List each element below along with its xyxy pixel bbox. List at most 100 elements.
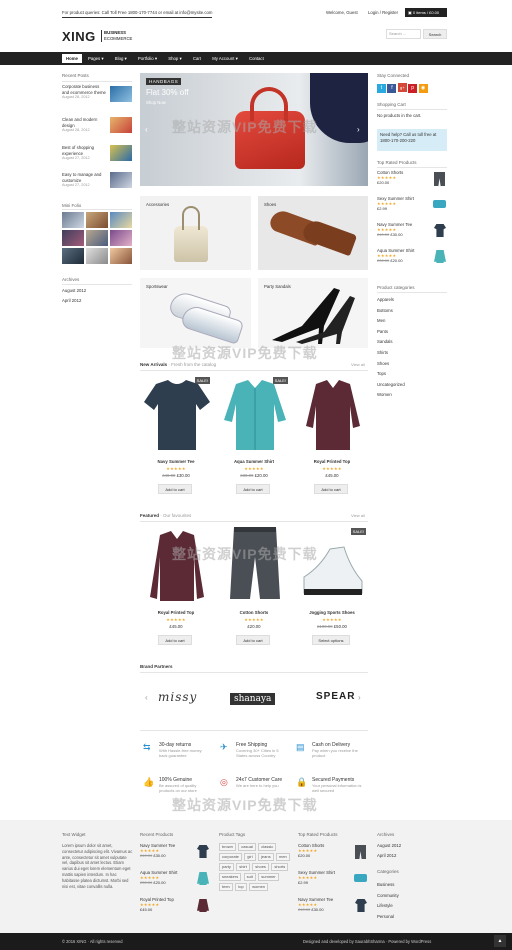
- tag-link[interactable]: party: [219, 863, 234, 871]
- facebook-icon[interactable]: f: [387, 84, 397, 93]
- folio-thumb[interactable]: [62, 230, 84, 246]
- category-tile-sportswear[interactable]: Sportswear: [140, 278, 251, 348]
- post-item[interactable]: Easy to manage and customize August 27, …: [62, 172, 134, 202]
- product-name[interactable]: Navy Summer Tee: [140, 459, 212, 464]
- footer-category-link[interactable]: Lifestyle: [377, 901, 399, 912]
- tag-link[interactable]: corporate: [219, 853, 242, 861]
- category-link[interactable]: Uncategorized: [377, 380, 405, 391]
- post-thumb[interactable]: [110, 86, 132, 102]
- tag-link[interactable]: girl: [244, 853, 256, 861]
- brands-next-icon[interactable]: ›: [358, 693, 361, 702]
- footer-product-item[interactable]: Sexy Summer Shirt ★★★★★ £2.99: [298, 870, 370, 897]
- category-link[interactable]: Bottoms: [377, 306, 405, 317]
- post-title[interactable]: Best of shopping experience: [62, 145, 106, 156]
- add-to-cart-button[interactable]: Add to cart: [314, 484, 348, 494]
- post-thumb[interactable]: [110, 117, 132, 133]
- product-name[interactable]: Aqua Summer Shirt: [218, 459, 290, 464]
- tag-link[interactable]: classic: [258, 843, 277, 851]
- tag-link[interactable]: shorts: [271, 863, 289, 871]
- post-item[interactable]: Corporate business and ecommerce theme A…: [62, 84, 134, 117]
- cart-button[interactable]: ▣ 0 items / £0.00: [405, 8, 447, 17]
- category-tile-shoes[interactable]: Shoes: [258, 196, 368, 270]
- product-card[interactable]: SALE! Aqua Summer Shirt ★★★★★ £30.00 £20…: [218, 376, 290, 496]
- nav-contact[interactable]: Contact: [249, 56, 264, 61]
- slider-cta[interactable]: Shop Now: [146, 100, 166, 105]
- product-card[interactable]: Royal Printed Top ★★★★★ £45.00 Add to ca…: [296, 376, 368, 496]
- archives-item[interactable]: April 2012: [62, 298, 81, 303]
- brand-logo[interactable]: SPEAR: [316, 691, 355, 702]
- add-to-cart-button[interactable]: Add to cart: [236, 484, 270, 494]
- add-to-cart-button[interactable]: Add to cart: [158, 635, 192, 645]
- folio-thumb[interactable]: [62, 212, 84, 228]
- post-title[interactable]: Clean and modern design: [62, 117, 106, 128]
- folio-thumb[interactable]: [86, 248, 108, 264]
- search-button[interactable]: Search: [423, 29, 447, 39]
- product-name[interactable]: Cotton Shorts: [218, 610, 290, 615]
- tag-link[interactable]: brown: [219, 843, 236, 851]
- post-title[interactable]: Corporate business and ecommerce theme: [62, 84, 106, 95]
- nav-home[interactable]: Home: [62, 54, 82, 63]
- post-thumb[interactable]: [110, 172, 132, 188]
- top-rated-item[interactable]: Cotton Shorts ★★★★★ £20.00: [377, 170, 447, 196]
- logo[interactable]: XING: [62, 29, 96, 44]
- add-to-cart-button[interactable]: Add to cart: [158, 484, 192, 494]
- post-item[interactable]: Clean and modern design August 28, 2012: [62, 117, 134, 145]
- nav-shop[interactable]: Shop ▾: [168, 56, 181, 61]
- pinterest-icon[interactable]: p: [408, 84, 418, 93]
- post-item[interactable]: Best of shopping experience August 27, 2…: [62, 145, 134, 172]
- product-name[interactable]: Royal Printed Top: [296, 459, 368, 464]
- login-link[interactable]: Login / Register: [368, 10, 398, 15]
- add-to-cart-button[interactable]: Add to cart: [236, 635, 270, 645]
- category-link[interactable]: Women: [377, 390, 405, 401]
- footer-product-item[interactable]: Navy Summer Tee ★★★★★ £40.00 £30.00: [298, 897, 370, 924]
- footer-product-item[interactable]: Aqua Summer Shirt ★★★★★ £30.00 £20.00: [140, 870, 212, 897]
- footer-product-item[interactable]: Navy Summer Tee ★★★★★ £40.00 £30.00: [140, 843, 212, 870]
- category-link[interactable]: Pants: [377, 327, 405, 338]
- post-thumb[interactable]: [110, 145, 132, 161]
- archives-item[interactable]: August 2012: [62, 288, 86, 293]
- tag-link[interactable]: men: [275, 853, 290, 861]
- tag-link[interactable]: summer: [258, 873, 279, 881]
- tag-link[interactable]: casual: [238, 843, 256, 851]
- item-thumb-shirt[interactable]: [433, 200, 446, 208]
- top-rated-item[interactable]: Navy Summer Tee ★★★★★ £40.00 £30.00: [377, 222, 447, 248]
- view-all-link[interactable]: View all: [351, 513, 365, 518]
- google-plus-icon[interactable]: g+: [397, 83, 407, 92]
- slider-prev-icon[interactable]: ‹: [145, 125, 148, 134]
- tag-link[interactable]: women: [249, 883, 269, 891]
- item-thumb-shirt[interactable]: [354, 874, 367, 882]
- tag-link[interactable]: teen: [219, 883, 233, 891]
- nav-pages[interactable]: Pages ▾: [88, 56, 104, 61]
- select-options-button[interactable]: Select options: [312, 635, 350, 645]
- tag-link[interactable]: jeans: [258, 853, 274, 861]
- brands-prev-icon[interactable]: ‹: [145, 693, 148, 702]
- brand-logo[interactable]: shanaya: [230, 693, 276, 705]
- tag-link[interactable]: shirt: [236, 863, 250, 871]
- product-name[interactable]: Royal Printed Top: [140, 610, 212, 615]
- top-rated-item[interactable]: Sexy Summer Shirt ★★★★★ £2.99: [377, 196, 447, 222]
- search-input[interactable]: Search ...: [386, 29, 421, 39]
- folio-thumb[interactable]: [110, 212, 132, 228]
- post-title[interactable]: Easy to manage and customize: [62, 172, 106, 183]
- category-link[interactable]: Shirts: [377, 348, 405, 359]
- category-link[interactable]: Shoes: [377, 359, 405, 370]
- category-tile-party-sandals[interactable]: Party Sandals: [258, 278, 368, 348]
- folio-thumb[interactable]: [86, 230, 108, 246]
- folio-thumb[interactable]: [62, 248, 84, 264]
- nav-blog[interactable]: Blog ▾: [115, 56, 127, 61]
- footer-archive-link[interactable]: April 2012: [377, 853, 396, 858]
- category-link[interactable]: Apparels: [377, 295, 405, 306]
- back-to-top-button[interactable]: ▲: [494, 935, 506, 947]
- folio-thumb[interactable]: [110, 248, 132, 264]
- footer-product-item[interactable]: Royal Printed Top ★★★★★ £45.00: [140, 897, 212, 924]
- tag-link[interactable]: suit: [243, 873, 256, 881]
- footer-category-link[interactable]: Business: [377, 880, 399, 891]
- category-link[interactable]: Sandals: [377, 337, 405, 348]
- tag-link[interactable]: shoes: [252, 863, 269, 871]
- nav-cart[interactable]: Cart: [193, 56, 201, 61]
- twitter-icon[interactable]: t: [377, 84, 386, 93]
- slider-next-icon[interactable]: ›: [357, 125, 360, 134]
- footer-category-link[interactable]: Community: [377, 891, 399, 902]
- rss-icon[interactable]: ◉: [418, 84, 428, 93]
- top-rated-item[interactable]: Aqua Summer Shirt ★★★★★ £30.00 £20.00: [377, 248, 447, 274]
